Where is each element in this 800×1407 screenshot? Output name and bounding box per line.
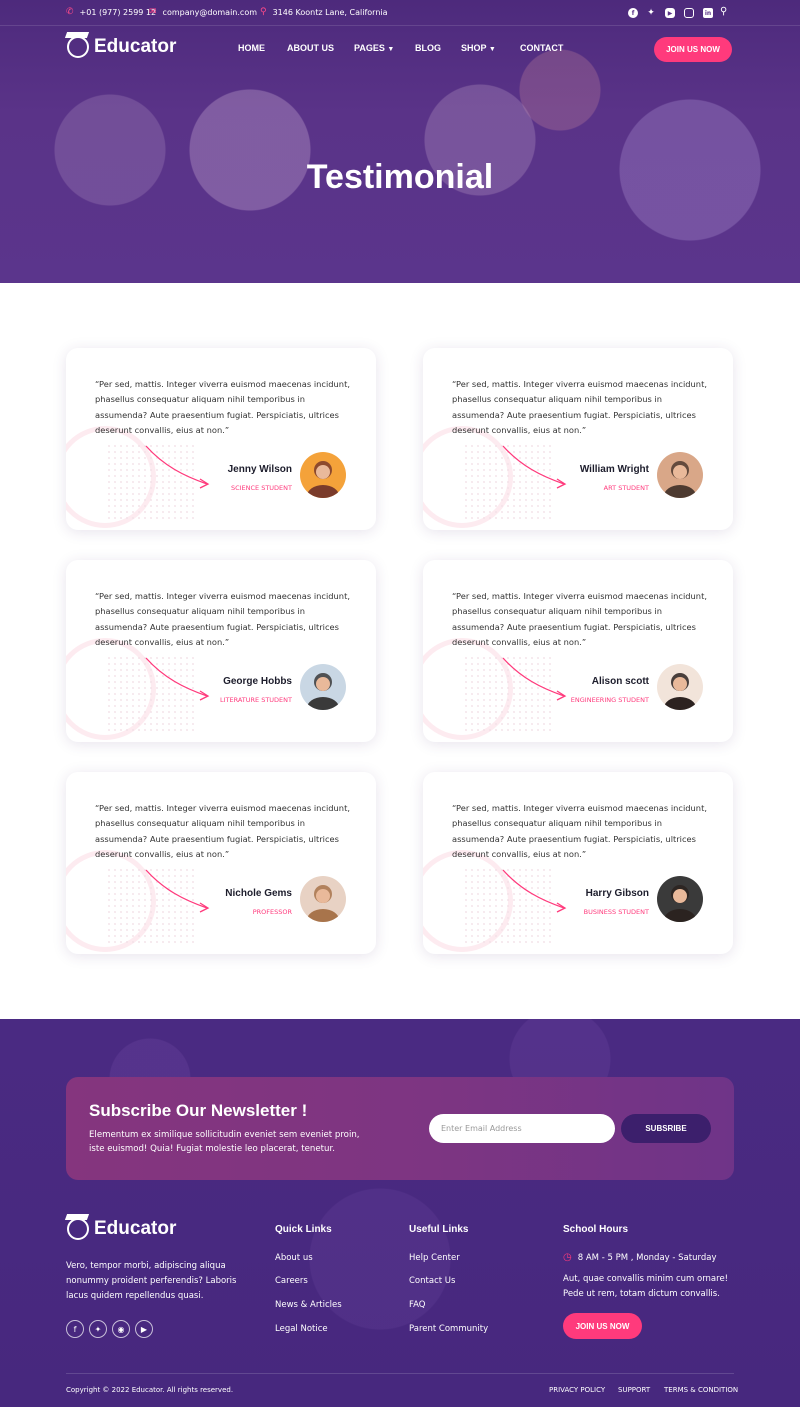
- email-input[interactable]: Enter Email Address: [429, 1114, 615, 1143]
- nav-home[interactable]: HOME: [238, 43, 265, 53]
- footer-link-help[interactable]: Help Center: [409, 1253, 460, 1263]
- avatar: [657, 664, 703, 710]
- curved-arrow-icon: [145, 445, 210, 489]
- nav-shop-label: SHOP: [461, 43, 487, 53]
- curved-arrow-icon: [145, 869, 210, 913]
- useful-links-title: Useful Links: [409, 1224, 469, 1235]
- copyright: Copyright © 2022 Educator. All rights re…: [66, 1386, 234, 1394]
- linkedin-icon[interactable]: in: [703, 8, 713, 18]
- quick-links-title: Quick Links: [275, 1224, 332, 1235]
- footer-link-news[interactable]: News & Articles: [275, 1300, 342, 1310]
- avatar: [300, 876, 346, 922]
- mail-icon: ✉: [149, 7, 157, 17]
- testimonial-name: Nichole Gems: [225, 888, 292, 899]
- footer-link-careers[interactable]: Careers: [275, 1276, 308, 1286]
- testimonial-card: “Per sed, mattis. Integer viverra euismo…: [66, 348, 376, 530]
- school-hours-text: Aut, quae convallis minim cum ornare! Pe…: [563, 1274, 729, 1299]
- testimonial-role: BUSINESS STUDENT: [583, 908, 649, 916]
- testimonial-quote: “Per sed, mattis. Integer viverra euismo…: [95, 379, 350, 435]
- curved-arrow-icon: [145, 657, 210, 701]
- curved-arrow-icon: [502, 657, 567, 701]
- curved-arrow-icon: [502, 445, 567, 489]
- testimonial-name: Alison scott: [591, 676, 649, 687]
- newsletter-box: Subscribe Our Newsletter ! Elementum ex …: [66, 1077, 734, 1180]
- avatar: [657, 452, 703, 498]
- footer-join-button[interactable]: JOIN US NOW: [563, 1313, 642, 1339]
- graduation-cap-icon: [67, 36, 89, 58]
- testimonial-quote: “Per sed, mattis. Integer viverra euismo…: [452, 591, 707, 647]
- testimonial-card: “Per sed, mattis. Integer viverra euismo…: [423, 348, 733, 530]
- nav-pages-label: PAGES: [354, 43, 385, 53]
- nav-about[interactable]: ABOUT US: [287, 43, 334, 53]
- phone-icon: ✆: [66, 7, 74, 17]
- footer-divider: [66, 1373, 734, 1374]
- testimonial-role: PROFESSOR: [252, 908, 292, 916]
- footer-link-contact[interactable]: Contact Us: [409, 1276, 455, 1286]
- curved-arrow-icon: [502, 869, 567, 913]
- hero-banner: ✆ +01 (977) 2599 12 ✉ company@domain.com…: [0, 0, 800, 283]
- testimonial-role: ART STUDENT: [603, 484, 649, 492]
- page-title: Testimonial: [306, 158, 494, 196]
- search-icon[interactable]: ⚲: [720, 6, 727, 17]
- twitter-icon[interactable]: ✦: [646, 8, 656, 18]
- testimonial-name: Jenny Wilson: [227, 464, 292, 475]
- join-us-button[interactable]: JOIN US NOW: [654, 37, 732, 62]
- site-logo[interactable]: Educator: [67, 36, 176, 58]
- nav-blog[interactable]: BLOG: [415, 43, 441, 53]
- footer-link-legal[interactable]: Legal Notice: [275, 1324, 328, 1334]
- youtube-icon[interactable]: ▶: [665, 8, 675, 18]
- testimonial-card: “Per sed, mattis. Integer viverra euismo…: [423, 560, 733, 742]
- support-link[interactable]: SUPPORT: [618, 1386, 650, 1394]
- testimonial-card: “Per sed, mattis. Integer viverra euismo…: [66, 772, 376, 954]
- school-hours: ◷ 8 AM - 5 PM , Monday - Saturday: [563, 1252, 717, 1263]
- privacy-policy-link[interactable]: PRIVACY POLICY: [549, 1386, 605, 1394]
- avatar: [300, 452, 346, 498]
- testimonial-name: Harry Gibson: [585, 888, 649, 899]
- youtube-icon[interactable]: ▶: [135, 1320, 153, 1338]
- testimonial-card: “Per sed, mattis. Integer viverra euismo…: [423, 772, 733, 954]
- topbar-phone[interactable]: ✆ +01 (977) 2599 12: [66, 7, 156, 17]
- facebook-icon[interactable]: f: [628, 8, 638, 18]
- testimonial-name: William Wright: [579, 464, 649, 475]
- testimonial-role: ENGINEERING STUDENT: [570, 696, 649, 704]
- avatar: [300, 664, 346, 710]
- testimonial-quote: “Per sed, mattis. Integer viverra euismo…: [452, 803, 707, 859]
- newsletter-text: Elementum ex similique sollicitudin even…: [89, 1130, 360, 1154]
- subscribe-button[interactable]: SUBSRIBE: [621, 1114, 711, 1143]
- footer-logo[interactable]: Educator: [67, 1218, 176, 1240]
- avatar: [657, 876, 703, 922]
- graduation-cap-icon: [67, 1218, 89, 1240]
- top-bar: ✆ +01 (977) 2599 12 ✉ company@domain.com…: [0, 0, 800, 26]
- nav-contact[interactable]: CONTACT: [520, 43, 563, 53]
- twitter-icon[interactable]: ✦: [89, 1320, 107, 1338]
- testimonial-quote: “Per sed, mattis. Integer viverra euismo…: [95, 591, 350, 647]
- footer-link-parent[interactable]: Parent Community: [409, 1324, 488, 1334]
- chevron-down-icon: ▼: [488, 46, 496, 53]
- chevron-down-icon: ▼: [387, 46, 395, 53]
- testimonial-quote: “Per sed, mattis. Integer viverra euismo…: [452, 379, 707, 435]
- footer-about: Vero, tempor morbi, adipiscing aliqua no…: [66, 1261, 237, 1301]
- clock-icon: ◷: [563, 1252, 572, 1263]
- footer-link-about[interactable]: About us: [275, 1253, 313, 1263]
- topbar-email[interactable]: ✉ company@domain.com: [149, 7, 257, 17]
- newsletter-title: Subscribe Our Newsletter !: [89, 1101, 308, 1120]
- nav-pages[interactable]: PAGES ▼: [354, 43, 394, 53]
- instagram-icon[interactable]: ◉: [112, 1320, 130, 1338]
- facebook-icon[interactable]: f: [66, 1320, 84, 1338]
- school-hours-title: School Hours: [563, 1224, 629, 1235]
- location-icon: ⚲: [260, 7, 267, 17]
- terms-link[interactable]: TERMS & CONDITION: [664, 1386, 738, 1394]
- testimonial-quote: “Per sed, mattis. Integer viverra euismo…: [95, 803, 350, 859]
- testimonial-card: “Per sed, mattis. Integer viverra euismo…: [66, 560, 376, 742]
- testimonial-role: LITERATURE STUDENT: [219, 696, 292, 704]
- footer-link-faq[interactable]: FAQ: [409, 1300, 425, 1310]
- topbar-address: ⚲ 3146 Koontz Lane, California: [260, 7, 388, 17]
- testimonial-name: George Hobbs: [223, 676, 292, 687]
- instagram-icon[interactable]: [684, 8, 694, 18]
- testimonial-role: SCIENCE STUDENT: [230, 484, 292, 492]
- nav-shop[interactable]: SHOP ▼: [461, 43, 496, 53]
